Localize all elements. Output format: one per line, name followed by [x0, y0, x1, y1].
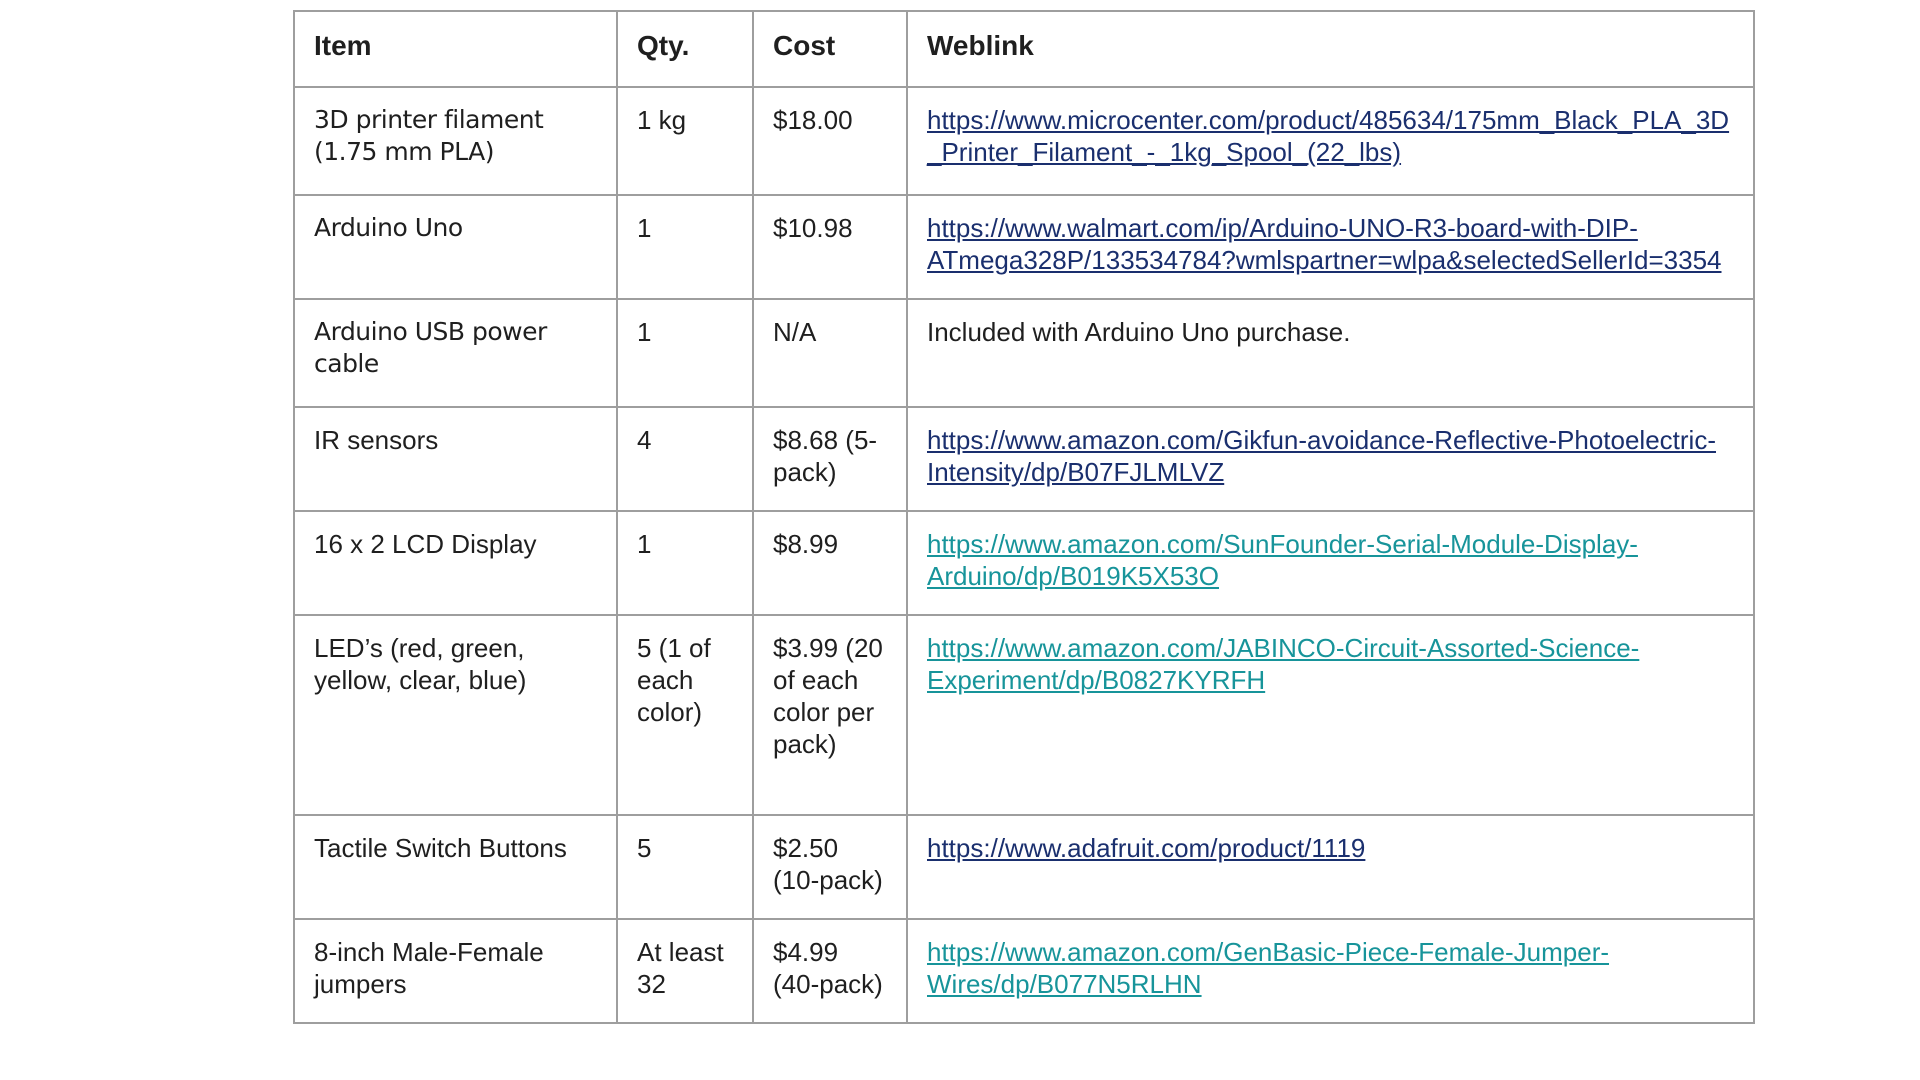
parts-table: Item Qty. Cost Weblink 3D printer filame… [293, 10, 1755, 1024]
document-page: Item Qty. Cost Weblink 3D printer filame… [0, 0, 1920, 1080]
header-cost: Cost [752, 10, 908, 88]
cell-qty: 1 kg [616, 86, 754, 196]
cell-weblink: https://www.amazon.com/JABINCO-Circuit-A… [906, 614, 1755, 816]
table-row: IR sensors 4 $8.68 (5-pack) https://www.… [293, 406, 1755, 512]
cell-weblink-note: Included with Arduino Uno purchase. [906, 298, 1755, 408]
cell-qty: 1 [616, 194, 754, 300]
cell-weblink: https://www.amazon.com/GenBasic-Piece-Fe… [906, 918, 1755, 1024]
cell-cost: $3.99 (20 of each color per pack) [752, 614, 908, 816]
header-item: Item [293, 10, 618, 88]
cell-weblink: https://www.amazon.com/SunFounder-Serial… [906, 510, 1755, 616]
table-row: 3D printer filament (1.75 mm PLA) 1 kg $… [293, 86, 1755, 196]
cell-weblink: https://www.amazon.com/Gikfun-avoidance-… [906, 406, 1755, 512]
cell-weblink: https://www.adafruit.com/product/1119 [906, 814, 1755, 920]
table-row: Arduino USB power cable 1 N/A Included w… [293, 298, 1755, 408]
table-row: Tactile Switch Buttons 5 $2.50 (10-pack)… [293, 814, 1755, 920]
cell-cost: $18.00 [752, 86, 908, 196]
cell-cost: $4.99 (40-pack) [752, 918, 908, 1024]
cell-item: Arduino USB power cable [293, 298, 618, 408]
table-row: 8-inch Male-Female jumpers At least 32 $… [293, 918, 1755, 1024]
header-weblink: Weblink [906, 10, 1755, 88]
weblink-link[interactable]: https://www.amazon.com/JABINCO-Circuit-A… [927, 633, 1639, 695]
cell-item: 8-inch Male-Female jumpers [293, 918, 618, 1024]
cell-item: Arduino Uno [293, 194, 618, 300]
cell-qty: 1 [616, 298, 754, 408]
cell-cost: $10.98 [752, 194, 908, 300]
cell-item: 3D printer filament (1.75 mm PLA) [293, 86, 618, 196]
cell-weblink: https://www.walmart.com/ip/Arduino-UNO-R… [906, 194, 1755, 300]
cell-item: Tactile Switch Buttons [293, 814, 618, 920]
cell-weblink: https://www.microcenter.com/product/4856… [906, 86, 1755, 196]
cell-qty: 5 [616, 814, 754, 920]
table-row: LED’s (red, green, yellow, clear, blue) … [293, 614, 1755, 816]
weblink-link[interactable]: https://www.amazon.com/SunFounder-Serial… [927, 529, 1638, 591]
weblink-link[interactable]: https://www.amazon.com/GenBasic-Piece-Fe… [927, 937, 1609, 999]
cell-qty: At least 32 [616, 918, 754, 1024]
cell-item: IR sensors [293, 406, 618, 512]
table-header-row: Item Qty. Cost Weblink [293, 10, 1755, 88]
cell-qty: 1 [616, 510, 754, 616]
table-row: Arduino Uno 1 $10.98 https://www.walmart… [293, 194, 1755, 300]
cell-cost: $2.50 (10-pack) [752, 814, 908, 920]
weblink-link[interactable]: https://www.adafruit.com/product/1119 [927, 833, 1365, 863]
weblink-link[interactable]: https://www.microcenter.com/product/4856… [927, 105, 1729, 167]
cell-qty: 4 [616, 406, 754, 512]
header-qty: Qty. [616, 10, 754, 88]
cell-item: 16 x 2 LCD Display [293, 510, 618, 616]
weblink-link[interactable]: https://www.walmart.com/ip/Arduino-UNO-R… [927, 213, 1722, 275]
cell-cost: $8.99 [752, 510, 908, 616]
table-row: 16 x 2 LCD Display 1 $8.99 https://www.a… [293, 510, 1755, 616]
weblink-link[interactable]: https://www.amazon.com/Gikfun-avoidance-… [927, 425, 1716, 487]
cell-item: LED’s (red, green, yellow, clear, blue) [293, 614, 618, 816]
cell-cost: $8.68 (5-pack) [752, 406, 908, 512]
cell-qty: 5 (1 of each color) [616, 614, 754, 816]
cell-cost: N/A [752, 298, 908, 408]
